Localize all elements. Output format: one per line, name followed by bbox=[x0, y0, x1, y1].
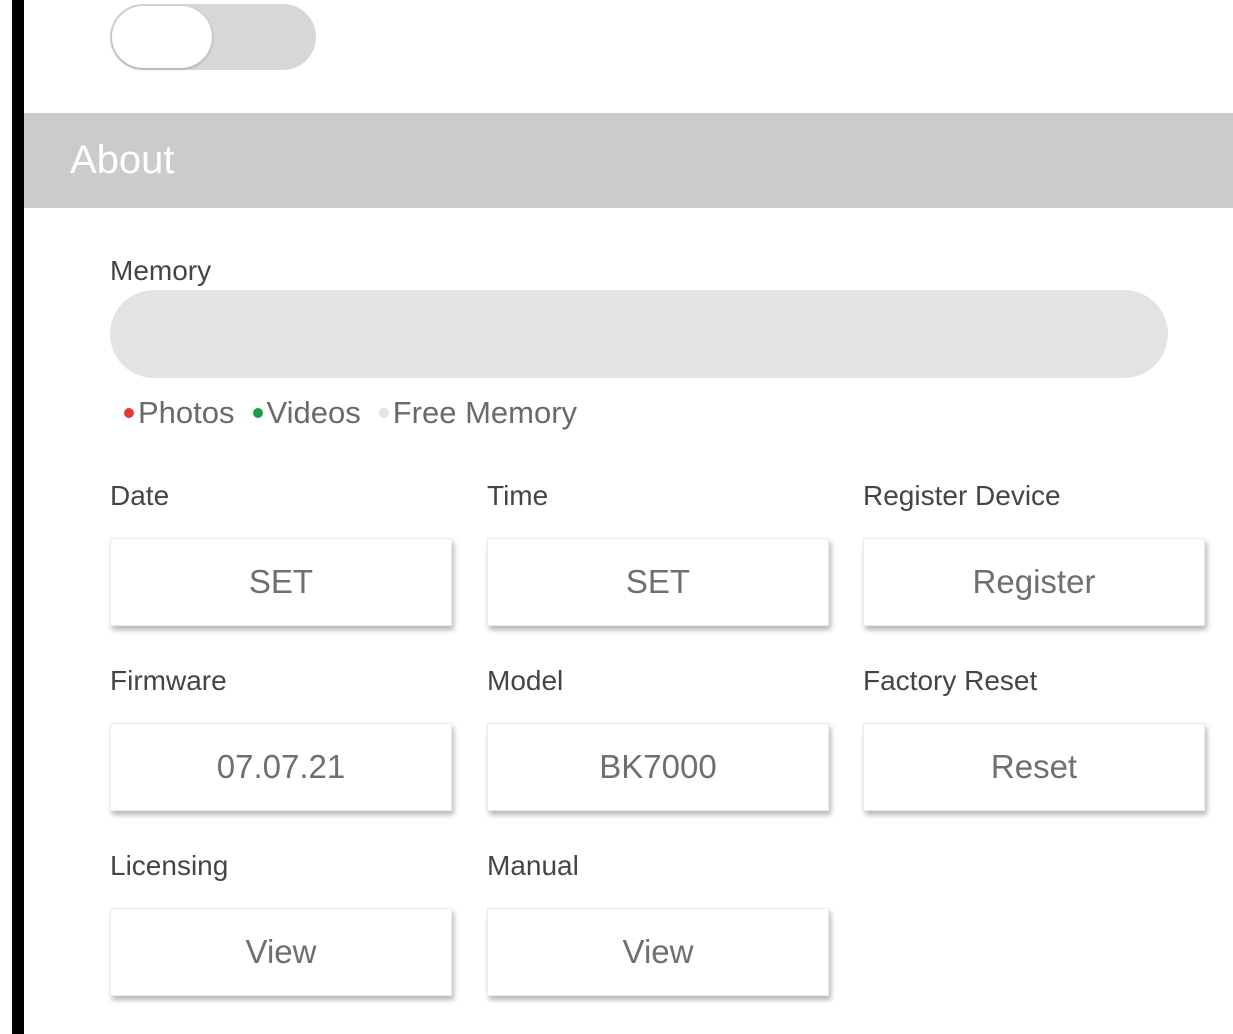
legend-label-videos: Videos bbox=[266, 395, 361, 430]
time-set-button[interactable]: SET bbox=[487, 538, 829, 626]
legend-label-photos: Photos bbox=[138, 395, 235, 430]
photos-dot-icon bbox=[124, 408, 134, 418]
legend-label-free-memory: Free Memory bbox=[392, 395, 578, 430]
licensing-label: Licensing bbox=[110, 850, 229, 881]
model-label: Model bbox=[487, 665, 564, 696]
register-device-label: Register Device bbox=[863, 480, 1061, 511]
about-section-header: About bbox=[24, 113, 1233, 208]
legend-item-free-memory: Free Memory bbox=[375, 393, 577, 433]
memory-legend: Photos Videos Free Memory bbox=[120, 393, 591, 433]
firmware-value-box: 07.07.21 bbox=[110, 723, 452, 811]
manual-view-button[interactable]: View bbox=[487, 908, 829, 996]
legend-item-videos: Videos bbox=[249, 393, 361, 433]
firmware-label: Firmware bbox=[110, 665, 227, 696]
licensing-view-button[interactable]: View bbox=[110, 908, 452, 996]
toggle-switch[interactable] bbox=[110, 4, 316, 70]
time-label: Time bbox=[487, 480, 549, 511]
date-label: Date bbox=[110, 480, 170, 511]
memory-label: Memory bbox=[110, 255, 212, 286]
legend-item-photos: Photos bbox=[120, 393, 235, 433]
free-memory-dot-icon bbox=[378, 408, 389, 418]
factory-reset-label: Factory Reset bbox=[863, 665, 1038, 696]
model-value-box: BK7000 bbox=[487, 723, 829, 811]
manual-label: Manual bbox=[487, 850, 579, 881]
left-edge-bar bbox=[12, 0, 24, 1034]
toggle-knob[interactable] bbox=[112, 6, 212, 68]
date-set-button[interactable]: SET bbox=[110, 538, 452, 626]
about-settings-page: About Memory Photos Videos Free Memory D… bbox=[0, 0, 1233, 1034]
reset-button[interactable]: Reset bbox=[863, 723, 1205, 811]
memory-usage-bar bbox=[110, 290, 1168, 378]
section-title: About bbox=[70, 138, 175, 182]
videos-dot-icon bbox=[252, 408, 263, 418]
register-button[interactable]: Register bbox=[863, 538, 1205, 626]
